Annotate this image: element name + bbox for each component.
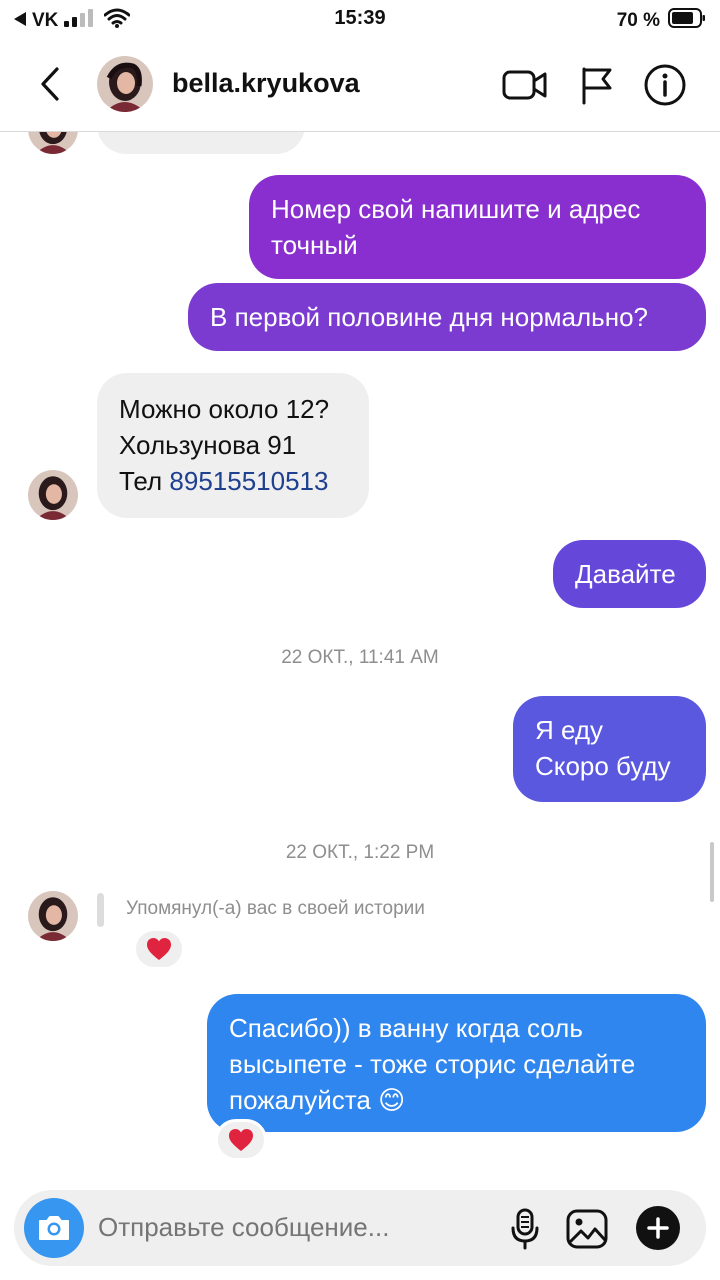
report-button[interactable] (574, 62, 620, 108)
scrollbar[interactable] (710, 842, 714, 902)
back-chevron-icon (41, 67, 59, 101)
heart-reaction[interactable] (133, 928, 185, 970)
message-line: Можно около 12? (119, 394, 330, 424)
story-mention-bar (97, 893, 104, 927)
sender-avatar[interactable] (28, 470, 78, 520)
heart-icon (229, 1129, 253, 1151)
more-options-button[interactable] (636, 1206, 680, 1250)
message-line: Тел 89515510513 (119, 463, 347, 499)
message-line: пожалуйста 😊 (229, 1085, 406, 1115)
plus-icon (647, 1217, 669, 1239)
battery-icon (668, 8, 706, 34)
profile-avatar[interactable] (97, 56, 153, 112)
voice-message-button[interactable] (502, 1206, 548, 1252)
microphone-icon (511, 1208, 539, 1250)
message-input[interactable] (98, 1212, 478, 1243)
message-bubble-outgoing[interactable]: Номер свой напишите и адрес точный (249, 175, 706, 279)
message-line: В первой половине дня нормально? (210, 302, 649, 332)
camera-icon (39, 1216, 69, 1240)
video-call-icon (502, 70, 547, 100)
chat-header: bella.kryukova (0, 40, 720, 132)
timestamp: 22 ОКТ., 1:22 PM (285, 842, 435, 863)
message-composer (14, 1190, 706, 1266)
message-line: высыпете - тоже сторис сделайте (229, 1049, 636, 1079)
heart-icon (147, 938, 171, 960)
story-mention-text[interactable]: Упомянул(-а) вас в своей истории (126, 898, 425, 920)
message-line: Номер свой напишите и адрес (271, 194, 641, 224)
timestamp: 22 ОКТ., 11:41 AM (281, 647, 439, 668)
heart-reaction[interactable] (215, 1119, 267, 1161)
message-line: Скоро буду (535, 751, 671, 781)
gallery-icon (566, 1209, 608, 1249)
chat-username[interactable]: bella.kryukova (172, 68, 360, 99)
message-line: Спасибо)) в ванну когда соль (229, 1013, 583, 1043)
message-bubble-outgoing[interactable]: Я еду Скоро буду (513, 696, 706, 802)
info-button[interactable] (642, 62, 688, 108)
gallery-button[interactable] (564, 1206, 610, 1252)
message-line: Я еду (535, 715, 604, 745)
video-call-button[interactable] (502, 62, 548, 108)
flag-icon (582, 67, 612, 105)
sender-avatar[interactable] (28, 891, 78, 941)
phone-number-link[interactable]: 89515510513 (169, 466, 328, 496)
message-line: Давайте (575, 559, 676, 589)
status-bar: VK 15:39 70 % (0, 0, 720, 40)
battery-percent: 70 % (616, 10, 660, 31)
message-bubble-incoming[interactable]: Можно около 12? Хользунова 91 Тел 895155… (97, 373, 369, 518)
message-line: точный (271, 230, 358, 260)
message-bubble-outgoing[interactable]: Спасибо)) в ванну когда соль высыпете - … (207, 994, 706, 1132)
info-icon (644, 64, 686, 106)
message-bubble-outgoing[interactable]: Давайте (553, 540, 706, 608)
clock: 15:39 (334, 7, 386, 29)
camera-button[interactable] (24, 1198, 84, 1258)
back-button[interactable] (30, 62, 70, 106)
phone-prefix: Тел (119, 466, 170, 496)
message-bubble-outgoing[interactable]: В первой половине дня нормально? (188, 283, 706, 351)
message-line: Хользунова 91 (119, 430, 297, 460)
